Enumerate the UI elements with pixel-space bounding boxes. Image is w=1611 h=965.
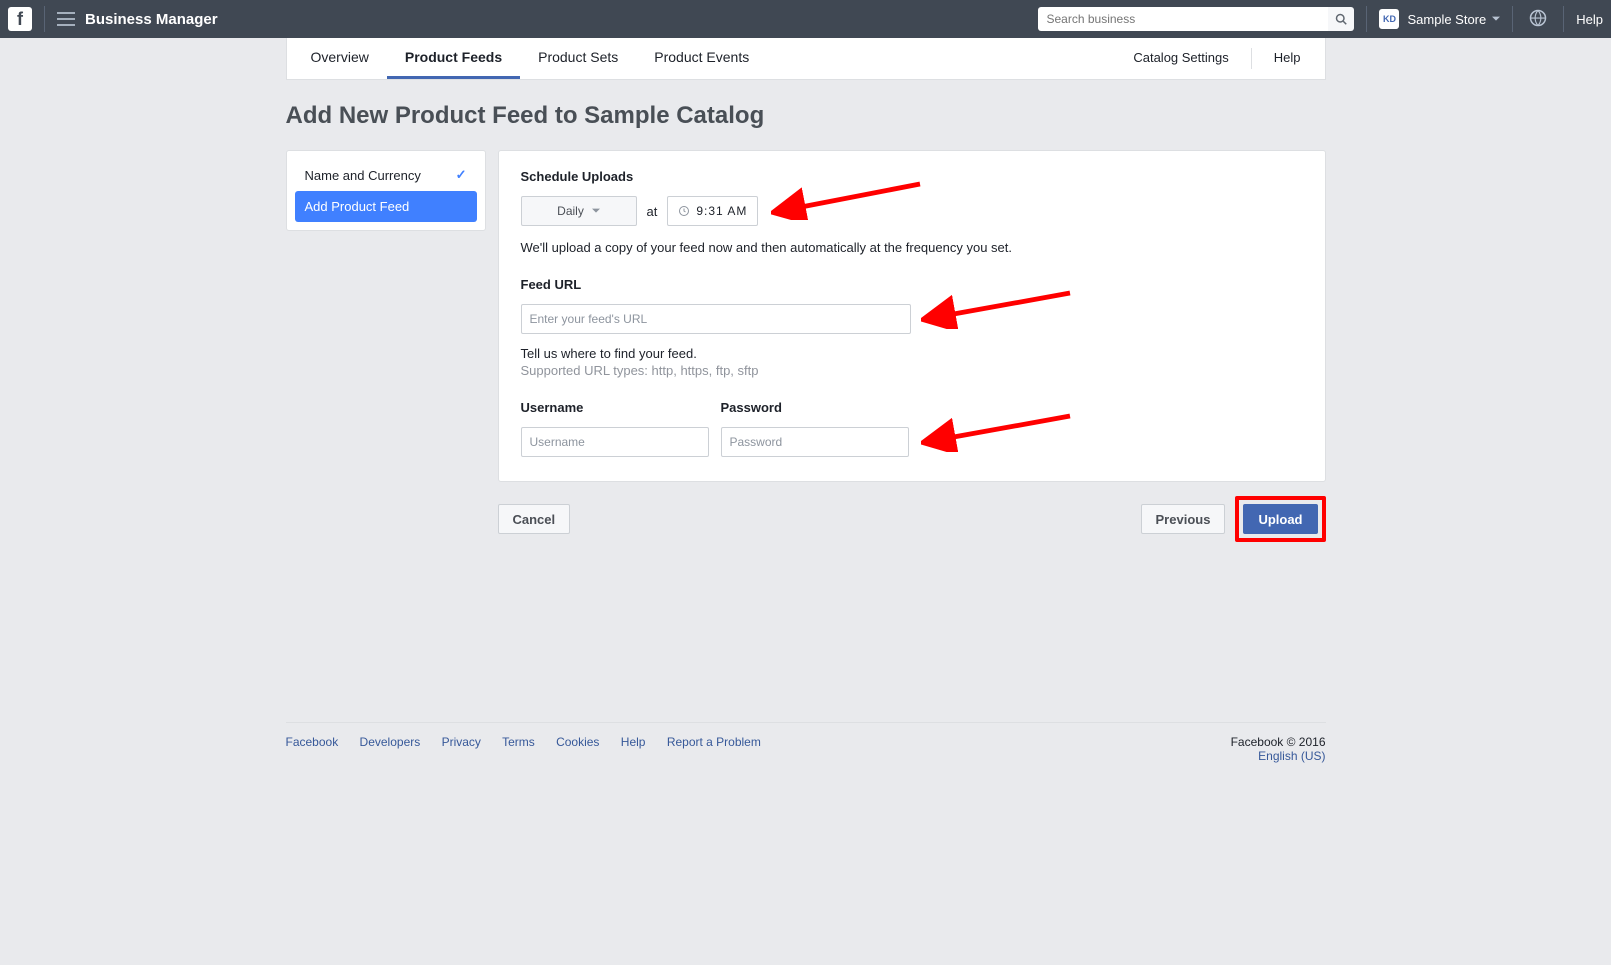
feed-url-supported-types: Supported URL types: http, https, ftp, s…: [521, 363, 1303, 378]
divider: [1366, 6, 1367, 32]
store-badge: KD: [1379, 9, 1399, 29]
chevron-down-icon: [592, 208, 600, 214]
brand-title: Business Manager: [85, 11, 218, 28]
facebook-logo-icon[interactable]: f: [8, 7, 32, 31]
tab-help[interactable]: Help: [1256, 38, 1319, 79]
password-input[interactable]: [721, 427, 909, 457]
annotation-arrow-icon: [771, 180, 941, 223]
frequency-select[interactable]: Daily: [521, 196, 637, 226]
password-label: Password: [721, 400, 909, 415]
footer-language-link[interactable]: English (US): [1231, 749, 1326, 763]
step-name-and-currency[interactable]: Name and Currency ✓: [295, 159, 477, 191]
divider: [1512, 6, 1513, 32]
tab-catalog-settings[interactable]: Catalog Settings: [1115, 38, 1246, 79]
upload-button[interactable]: Upload: [1243, 504, 1317, 534]
feed-url-label: Feed URL: [521, 277, 1303, 292]
tab-overview[interactable]: Overview: [293, 38, 387, 79]
footer-links: Facebook Developers Privacy Terms Cookie…: [286, 735, 779, 763]
time-value: 9:31 AM: [696, 204, 747, 218]
search-container: KD Sample Store Help: [1038, 6, 1603, 32]
search-button[interactable]: [1328, 7, 1354, 31]
feed-url-help: Tell us where to find your feed.: [521, 346, 1303, 361]
page-title: Add New Product Feed to Sample Catalog: [286, 102, 1326, 130]
cancel-button[interactable]: Cancel: [498, 504, 571, 534]
footer-link-facebook[interactable]: Facebook: [286, 735, 339, 749]
search-input[interactable]: [1038, 7, 1328, 31]
username-label: Username: [521, 400, 709, 415]
footer-link-terms[interactable]: Terms: [502, 735, 535, 749]
tab-bar: Overview Product Feeds Product Sets Prod…: [286, 38, 1326, 80]
chevron-down-icon: [1492, 15, 1500, 23]
annotation-arrow-icon: [921, 412, 1091, 455]
upload-highlight-annotation: Upload: [1235, 496, 1325, 542]
username-input[interactable]: [521, 427, 709, 457]
divider: [44, 6, 45, 32]
form-card: Schedule Uploads Daily at 9:31 AM W: [498, 150, 1326, 482]
step-label: Name and Currency: [305, 168, 421, 183]
previous-button[interactable]: Previous: [1141, 504, 1226, 534]
feed-url-input[interactable]: [521, 304, 911, 334]
footer-link-report[interactable]: Report a Problem: [667, 735, 761, 749]
frequency-value: Daily: [557, 204, 584, 218]
footer-copyright-block: Facebook © 2016 English (US): [1231, 735, 1326, 763]
tab-product-feeds[interactable]: Product Feeds: [387, 38, 520, 79]
annotation-arrow-icon: [921, 289, 1091, 332]
footer-link-help[interactable]: Help: [621, 735, 646, 749]
footer: Facebook Developers Privacy Terms Cookie…: [286, 722, 1326, 803]
step-label: Add Product Feed: [305, 199, 410, 214]
at-label: at: [647, 204, 658, 219]
menu-icon[interactable]: [57, 12, 75, 26]
action-row: Cancel Previous Upload: [498, 496, 1326, 542]
store-name: Sample Store: [1407, 12, 1486, 27]
top-bar: f Business Manager KD Sample Store Help: [0, 0, 1611, 38]
divider: [1251, 48, 1252, 69]
footer-link-cookies[interactable]: Cookies: [556, 735, 599, 749]
notifications-globe-icon[interactable]: [1529, 9, 1547, 30]
steps-sidebar: Name and Currency ✓ Add Product Feed: [286, 150, 486, 231]
check-icon: ✓: [456, 167, 467, 183]
schedule-helper-text: We'll upload a copy of your feed now and…: [521, 240, 1303, 255]
clock-icon: [678, 205, 690, 217]
tab-product-events[interactable]: Product Events: [636, 38, 767, 79]
footer-link-privacy[interactable]: Privacy: [442, 735, 481, 749]
account-switcher[interactable]: KD Sample Store: [1379, 9, 1500, 29]
search-icon: [1335, 13, 1347, 25]
schedule-uploads-label: Schedule Uploads: [521, 169, 1303, 184]
footer-link-developers[interactable]: Developers: [360, 735, 421, 749]
header-help-link[interactable]: Help: [1576, 12, 1603, 27]
footer-copyright: Facebook © 2016: [1231, 735, 1326, 749]
step-add-product-feed[interactable]: Add Product Feed: [295, 191, 477, 222]
tab-product-sets[interactable]: Product Sets: [520, 38, 636, 79]
divider: [1563, 6, 1564, 32]
time-input[interactable]: 9:31 AM: [667, 196, 758, 226]
